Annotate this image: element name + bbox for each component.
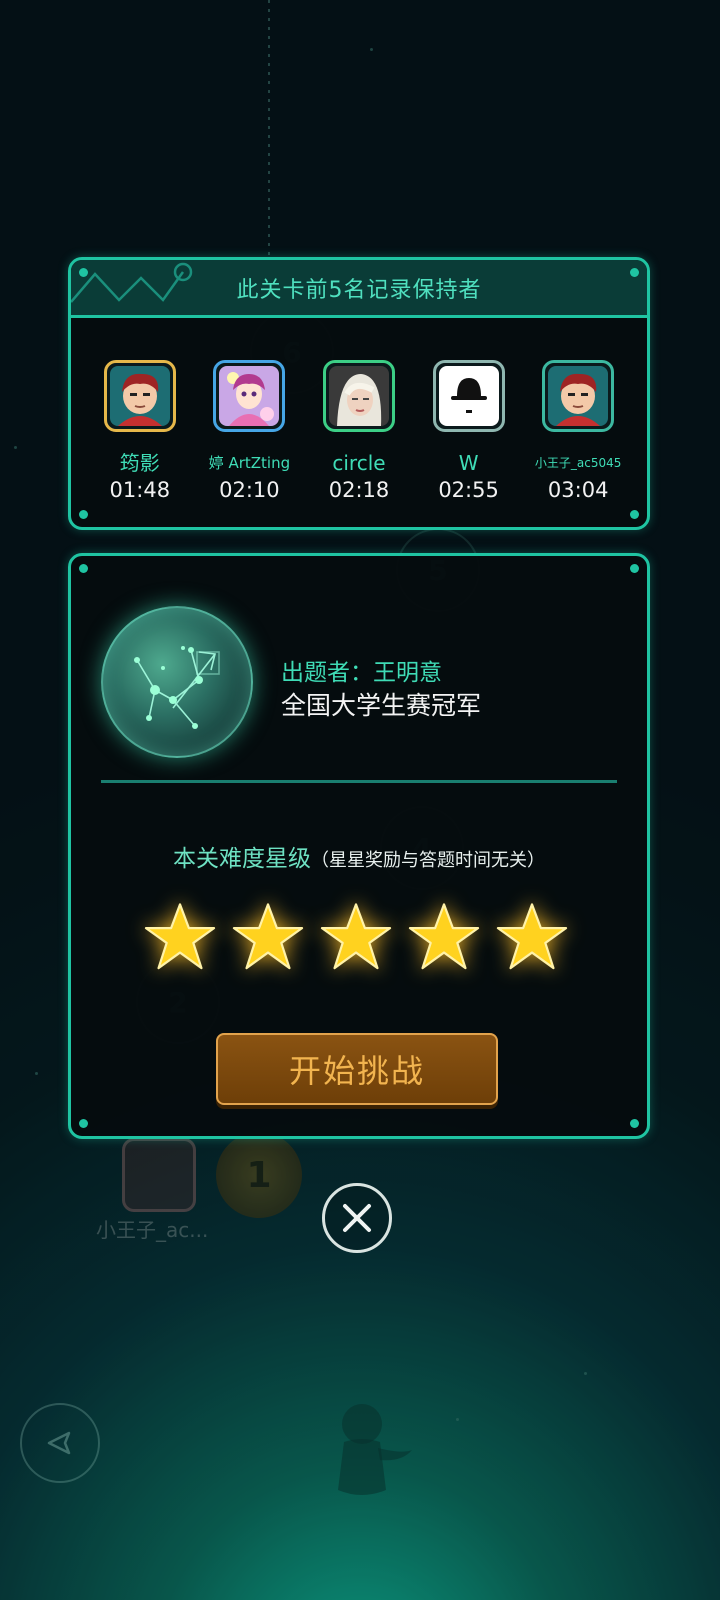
avatar[interactable] <box>322 360 395 432</box>
close-button[interactable] <box>322 1183 392 1253</box>
header-decoration-icon <box>71 262 193 303</box>
star-icon <box>320 903 392 970</box>
cartoon-boy-avatar-icon <box>109 366 170 426</box>
difficulty-heading: 本关难度星级（星星奖励与答题时间无关） <box>71 839 647 873</box>
record-holders-title: 此关卡前5名记录保持者 <box>236 277 482 303</box>
divider <box>101 780 617 783</box>
holder-time: 03:04 <box>547 478 609 502</box>
corner-dot <box>79 1119 88 1128</box>
holder-name: 婷 ArtZting <box>208 454 291 472</box>
blonde-woman-avatar-icon <box>328 366 389 426</box>
record-holder[interactable]: circle 02:18 <box>309 360 409 502</box>
avatar[interactable] <box>213 360 286 432</box>
level-info-panel: 出题者：王明意 全国大学生赛冠军 本关难度星级（星星奖励与答题时间无关） 开始挑… <box>68 553 650 1139</box>
record-holders-panel: 此关卡前5名记录保持者 筠影 01:48 婷 ArtZting 02:10 ci… <box>68 257 650 530</box>
difficulty-stars <box>143 900 569 974</box>
holder-time: 02:10 <box>219 478 280 502</box>
corner-dot <box>79 268 88 277</box>
avatar[interactable] <box>432 360 505 432</box>
record-holder[interactable]: 小王子_ac5045 03:04 <box>528 360 628 502</box>
back-arrow-icon <box>47 1431 71 1455</box>
record-holder[interactable]: 婷 ArtZting 02:10 <box>199 360 299 502</box>
difficulty-title: 本关难度星级 <box>173 846 311 872</box>
corner-dot <box>630 564 639 573</box>
holder-name: W <box>458 451 479 475</box>
avatar[interactable] <box>542 360 615 432</box>
anime-girl-avatar-icon <box>219 366 280 426</box>
close-icon <box>343 1204 371 1232</box>
back-button[interactable] <box>20 1403 100 1483</box>
holder-time: 02:18 <box>328 478 390 502</box>
holder-name: 筠影 <box>119 451 160 475</box>
star-icon <box>496 903 568 970</box>
start-challenge-button[interactable]: 开始挑战 <box>216 1033 498 1105</box>
difficulty-note: （星星奖励与答题时间无关） <box>311 850 545 871</box>
cartoon-boy-avatar-icon <box>548 366 609 426</box>
corner-dot <box>79 510 88 519</box>
record-holder[interactable]: W 02:55 <box>419 360 519 502</box>
star-icon <box>144 903 216 970</box>
record-holders-list: 筠影 01:48 婷 ArtZting 02:10 circle 02:18 W… <box>71 360 647 502</box>
sagittarius-planet-icon <box>101 606 253 758</box>
bowler-hat-avatar-icon <box>438 366 499 426</box>
author-label: 出题者：王明意 <box>281 660 442 686</box>
holder-name: circle <box>332 451 386 475</box>
holder-time: 01:48 <box>109 478 171 502</box>
corner-dot <box>630 268 639 277</box>
corner-dot <box>630 1119 639 1128</box>
author-description: 全国大学生赛冠军 <box>281 691 482 720</box>
holder-time: 02:55 <box>438 478 499 502</box>
corner-dot <box>630 510 639 519</box>
record-holders-header: 此关卡前5名记录保持者 <box>71 260 647 318</box>
corner-dot <box>79 564 88 573</box>
avatar[interactable] <box>103 360 176 432</box>
holder-name: 小王子_ac5045 <box>534 456 622 470</box>
record-holder[interactable]: 筠影 01:48 <box>90 360 190 502</box>
star-icon <box>232 903 304 970</box>
star-icon <box>408 903 480 970</box>
